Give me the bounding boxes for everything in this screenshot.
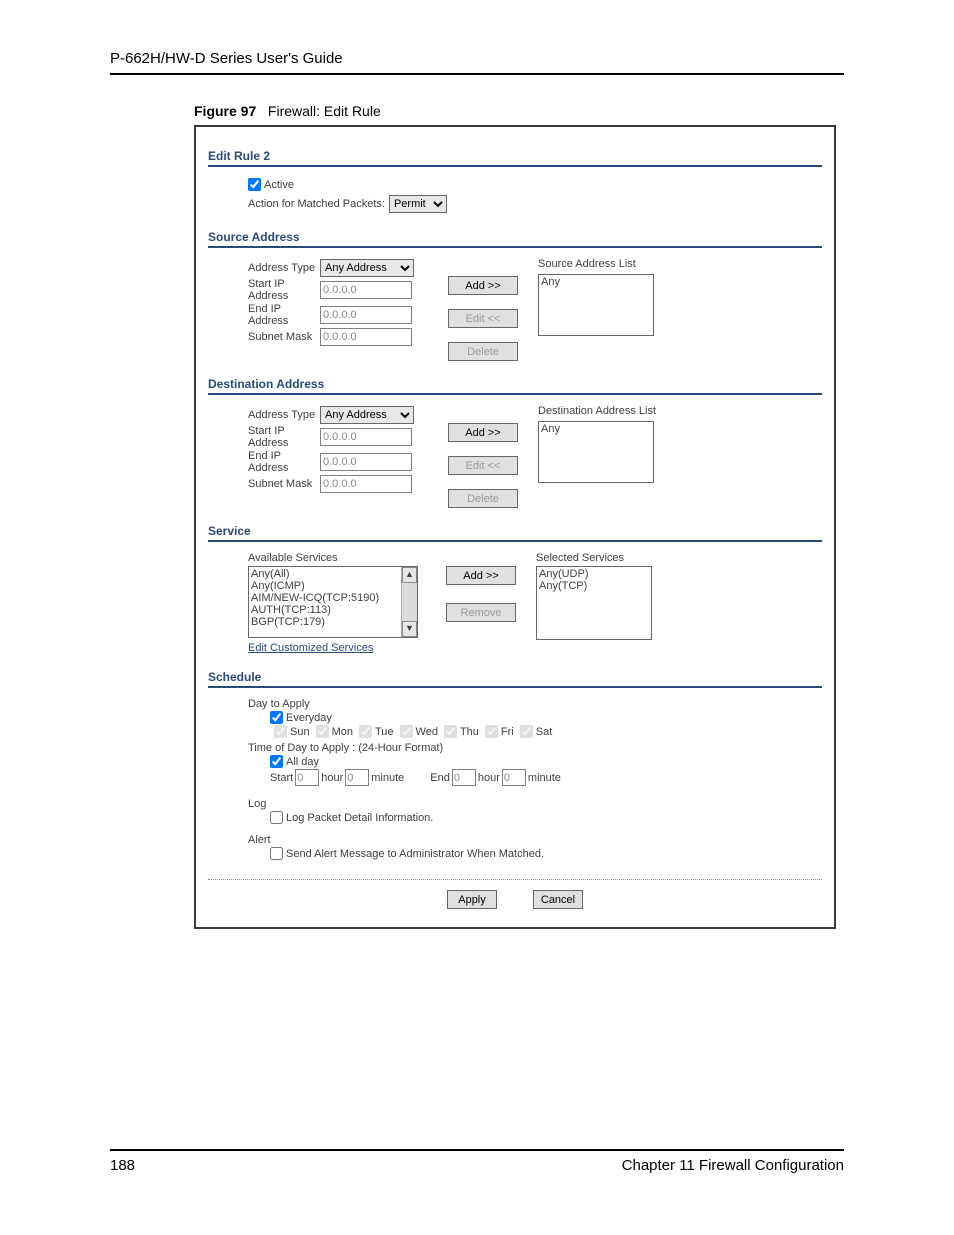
- figure-frame: Edit Rule 2 Active Action for Matched Pa…: [194, 125, 836, 929]
- log-detail-label: Log Packet Detail Information.: [286, 812, 433, 824]
- dst-start-ip-label: Start IP Address: [248, 425, 320, 449]
- start-hour-input[interactable]: [295, 769, 319, 786]
- svc-add-button[interactable]: Add >>: [446, 566, 516, 585]
- day-sat-checkbox[interactable]: [520, 725, 533, 738]
- list-item[interactable]: Any(UDP): [539, 568, 649, 580]
- dst-delete-button[interactable]: Delete: [448, 489, 518, 508]
- day-label: Sun: [290, 726, 310, 738]
- src-subnet-input[interactable]: [320, 328, 412, 346]
- day-wed-checkbox[interactable]: [400, 725, 413, 738]
- dst-start-ip-input[interactable]: [320, 428, 412, 446]
- section-source-address: Source Address: [208, 222, 822, 248]
- figure-number: Figure 97: [194, 103, 256, 119]
- src-address-list[interactable]: Any: [538, 274, 654, 336]
- list-item[interactable]: AUTH(TCP:113): [251, 604, 399, 616]
- alert-detail-label: Send Alert Message to Administrator When…: [286, 848, 544, 860]
- alert-label: Alert: [248, 834, 822, 846]
- end-minute-input[interactable]: [502, 769, 526, 786]
- list-item[interactable]: Any(ICMP): [251, 580, 399, 592]
- src-add-button[interactable]: Add >>: [448, 276, 518, 295]
- chapter-label: Chapter 11 Firewall Configuration: [622, 1157, 844, 1174]
- everyday-checkbox[interactable]: [270, 711, 283, 724]
- dst-end-ip-label: End IP Address: [248, 450, 320, 474]
- day-label: Fri: [501, 726, 514, 738]
- src-list-title: Source Address List: [538, 258, 822, 270]
- scroll-down-icon[interactable]: ▼: [402, 621, 417, 637]
- svc-sel-title: Selected Services: [536, 552, 822, 564]
- day-label: Wed: [416, 726, 438, 738]
- src-subnet-label: Subnet Mask: [248, 331, 320, 343]
- dst-add-button[interactable]: Add >>: [448, 423, 518, 442]
- start-label: Start: [270, 772, 293, 784]
- day-fri-checkbox[interactable]: [485, 725, 498, 738]
- hour-label: hour: [321, 772, 343, 784]
- src-end-ip-input[interactable]: [320, 306, 412, 324]
- svc-avail-title: Available Services: [248, 552, 426, 564]
- dst-subnet-label: Subnet Mask: [248, 478, 320, 490]
- apply-button[interactable]: Apply: [447, 890, 497, 909]
- figure-title: Firewall: Edit Rule: [268, 103, 381, 119]
- section-schedule: Schedule: [208, 662, 822, 688]
- alert-detail-checkbox[interactable]: [270, 847, 283, 860]
- scrollbar[interactable]: ▲ ▼: [401, 567, 417, 637]
- list-item[interactable]: BGP(TCP:179): [251, 616, 399, 628]
- active-checkbox[interactable]: [248, 178, 261, 191]
- day-sun-checkbox[interactable]: [274, 725, 287, 738]
- list-item[interactable]: AIM/NEW-ICQ(TCP:5190): [251, 592, 399, 604]
- end-label: End: [430, 772, 450, 784]
- minute-label: minute: [528, 772, 561, 784]
- src-addr-type-select[interactable]: Any Address: [320, 259, 414, 277]
- day-label: Tue: [375, 726, 394, 738]
- page-number: 188: [110, 1157, 135, 1174]
- active-label: Active: [264, 179, 294, 191]
- start-minute-input[interactable]: [345, 769, 369, 786]
- dst-list-title: Destination Address List: [538, 405, 822, 417]
- dst-address-list[interactable]: Any: [538, 421, 654, 483]
- selected-services-list[interactable]: Any(UDP) Any(TCP): [536, 566, 652, 640]
- day-label: Mon: [332, 726, 353, 738]
- section-destination-address: Destination Address: [208, 369, 822, 395]
- day-to-apply-label: Day to Apply: [248, 698, 822, 710]
- doc-header: P-662H/HW-D Series User's Guide: [110, 50, 844, 75]
- dst-addr-type-label: Address Type: [248, 409, 320, 421]
- svc-remove-button[interactable]: Remove: [446, 603, 516, 622]
- src-start-ip-label: Start IP Address: [248, 278, 320, 302]
- edit-customized-services-link[interactable]: Edit Customized Services: [248, 642, 373, 654]
- log-label: Log: [248, 798, 822, 810]
- everyday-label: Everyday: [286, 712, 332, 724]
- list-item[interactable]: Any: [541, 423, 651, 435]
- dst-addr-type-select[interactable]: Any Address: [320, 406, 414, 424]
- scroll-up-icon[interactable]: ▲: [402, 567, 417, 583]
- src-delete-button[interactable]: Delete: [448, 342, 518, 361]
- log-detail-checkbox[interactable]: [270, 811, 283, 824]
- action-label: Action for Matched Packets:: [248, 198, 385, 210]
- dst-subnet-input[interactable]: [320, 475, 412, 493]
- action-select[interactable]: Permit: [389, 195, 447, 213]
- src-edit-button[interactable]: Edit <<: [448, 309, 518, 328]
- list-item[interactable]: Any(TCP): [539, 580, 649, 592]
- src-start-ip-input[interactable]: [320, 281, 412, 299]
- available-services-list[interactable]: Any(All) Any(ICMP) AIM/NEW-ICQ(TCP:5190)…: [248, 566, 418, 638]
- section-service: Service: [208, 516, 822, 542]
- list-item[interactable]: Any(All): [251, 568, 399, 580]
- cancel-button[interactable]: Cancel: [533, 890, 583, 909]
- src-addr-type-label: Address Type: [248, 262, 320, 274]
- day-mon-checkbox[interactable]: [316, 725, 329, 738]
- day-label: Thu: [460, 726, 479, 738]
- end-hour-input[interactable]: [452, 769, 476, 786]
- dst-edit-button[interactable]: Edit <<: [448, 456, 518, 475]
- hour-label: hour: [478, 772, 500, 784]
- day-tue-checkbox[interactable]: [359, 725, 372, 738]
- allday-label: All day: [286, 756, 319, 768]
- allday-checkbox[interactable]: [270, 755, 283, 768]
- time-to-apply-label: Time of Day to Apply : (24-Hour Format): [248, 742, 822, 754]
- list-item[interactable]: Any: [541, 276, 651, 288]
- src-end-ip-label: End IP Address: [248, 303, 320, 327]
- section-edit-rule: Edit Rule 2: [208, 141, 822, 167]
- day-label: Sat: [536, 726, 553, 738]
- minute-label: minute: [371, 772, 404, 784]
- dst-end-ip-input[interactable]: [320, 453, 412, 471]
- day-thu-checkbox[interactable]: [444, 725, 457, 738]
- figure-caption: Figure 97 Firewall: Edit Rule: [194, 103, 844, 119]
